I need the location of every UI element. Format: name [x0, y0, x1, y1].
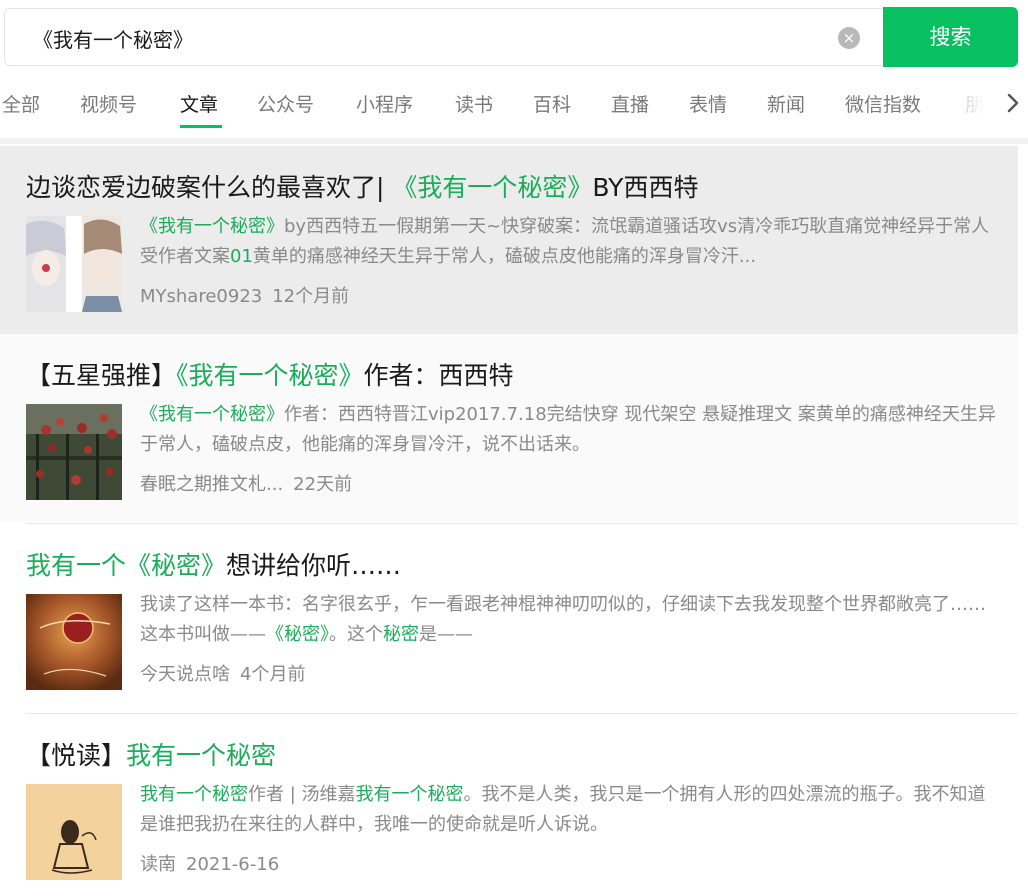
tab-mini-programs[interactable]: 小程序: [356, 90, 413, 117]
snippet-highlight: 01: [230, 246, 253, 267]
result-thumbnail[interactable]: [26, 404, 122, 500]
active-tab-indicator: [180, 125, 222, 128]
tab-channels[interactable]: 视频号: [80, 90, 137, 117]
tab-encyclopedia[interactable]: 百科: [533, 90, 571, 117]
publish-time: 2021-6-16: [186, 854, 280, 875]
snippet-text: 。这个: [329, 624, 383, 645]
result-thumbnail[interactable]: [26, 594, 122, 690]
snippet-highlight: 《秘密》: [266, 624, 329, 645]
source-name[interactable]: 读南: [140, 854, 176, 875]
result-title[interactable]: 我有一个《秘密》想讲给你听……: [26, 546, 401, 582]
tab-live[interactable]: 直播: [611, 90, 649, 117]
result-title[interactable]: 【五星强推】《我有一个秘密》作者：西西特: [26, 356, 514, 392]
publish-time: 12个月前: [272, 286, 350, 307]
title-text: 作者：西西特: [363, 361, 514, 390]
chevron-right-icon[interactable]: [1003, 90, 1023, 116]
snippet-highlight: 我有一个秘密: [355, 784, 464, 805]
result-title[interactable]: 边谈恋爱边破案什么的最喜欢了| 《我有一个秘密》BY西西特: [26, 168, 698, 204]
source-name[interactable]: 今天说点啥: [140, 664, 230, 685]
snippet-highlight: 秘密: [383, 624, 419, 645]
result-thumbnail[interactable]: [26, 216, 122, 312]
title-text: BY西西特: [592, 173, 699, 202]
result-thumbnail[interactable]: [26, 784, 122, 880]
title-text: 【五星强推】: [26, 361, 177, 390]
title-text: 边谈恋爱边破案什么的最喜欢了|: [26, 173, 393, 202]
publish-time: 22天前: [293, 474, 353, 495]
tab-articles[interactable]: 文章: [180, 90, 218, 117]
result-meta: 春眠之期推文札... 22天前: [140, 470, 352, 496]
search-input[interactable]: [33, 24, 813, 52]
title-highlight: 我有一个秘密: [126, 741, 277, 770]
snippet-highlight: 《我有一个秘密》: [140, 404, 284, 425]
tab-stickers[interactable]: 表情: [689, 90, 727, 117]
result-item[interactable]: 边谈恋爱边破案什么的最喜欢了| 《我有一个秘密》BY西西特 《我有一个秘密》by…: [0, 146, 1018, 334]
tab-news[interactable]: 新闻: [767, 90, 805, 117]
result-item[interactable]: 【五星强推】《我有一个秘密》作者：西西特 《我有一个秘密》作者：西西特晋江vip…: [0, 334, 1018, 522]
source-name[interactable]: MYshare0923: [140, 286, 262, 307]
tab-wechat-index[interactable]: 微信指数: [845, 90, 921, 117]
result-meta: MYshare0923 12个月前: [140, 282, 349, 308]
result-snippet: 我有一个秘密作者 | 汤维嘉我有一个秘密。我不是人类，我只是一个拥有人形的四处漂…: [140, 780, 1000, 840]
result-snippet: 《我有一个秘密》作者：西西特晋江vip2017.7.18完结快穿 现代架空 悬疑…: [140, 400, 1000, 460]
category-tabs: 全部 视频号 文章 公众号 小程序 读书 百科 直播 表情 新闻 微信指数 朋友: [0, 78, 1028, 132]
clear-icon[interactable]: ×: [838, 27, 860, 49]
tabs-divider: [0, 138, 1028, 144]
result-title[interactable]: 【悦读】我有一个秘密: [26, 736, 276, 772]
result-item[interactable]: 我有一个《秘密》想讲给你听…… 我读了这样一本书：名字很玄乎，乍一看跟老神棍神神…: [0, 524, 1018, 712]
source-name[interactable]: 春眠之期推文札...: [140, 474, 283, 495]
snippet-text: 作者 | 汤维嘉: [248, 784, 356, 805]
title-highlight: 《我有一个秘密》: [176, 361, 364, 390]
search-button[interactable]: 搜索: [883, 7, 1018, 67]
snippet-text: 黄单的痛感神经天生异于常人，磕破点皮他能痛的浑身冒冷汗...: [252, 246, 757, 267]
search-bar: × 搜索: [0, 0, 1028, 75]
tab-all[interactable]: 全部: [2, 90, 40, 117]
publish-time: 4个月前: [240, 664, 306, 685]
result-item[interactable]: 【悦读】我有一个秘密 我有一个秘密作者 | 汤维嘉我有一个秘密。我不是人类，我只…: [0, 714, 1018, 896]
result-meta: 今天说点啥 4个月前: [140, 660, 305, 686]
snippet-highlight: 《我有一个秘密》: [140, 216, 284, 237]
tab-books[interactable]: 读书: [455, 90, 493, 117]
snippet-text: 是——: [419, 624, 473, 645]
title-highlight: 我有一个《秘密》: [26, 551, 227, 580]
title-text: 想讲给你听……: [226, 551, 402, 580]
result-meta: 读南 2021-6-16: [140, 850, 279, 876]
result-snippet: 《我有一个秘密》by西西特五一假期第一天~快穿破案：流氓霸道骚话攻vs清冷乖巧耿…: [140, 212, 1000, 272]
title-highlight: 《我有一个秘密》: [392, 173, 593, 202]
result-snippet: 我读了这样一本书：名字很玄乎，乍一看跟老神棍神神叨叨似的，仔细读下去我发现整个世…: [140, 590, 1000, 650]
search-box[interactable]: [4, 8, 884, 66]
snippet-highlight: 我有一个秘密: [140, 784, 248, 805]
tab-official-accounts[interactable]: 公众号: [257, 90, 314, 117]
title-text: 【悦读】: [26, 741, 127, 770]
